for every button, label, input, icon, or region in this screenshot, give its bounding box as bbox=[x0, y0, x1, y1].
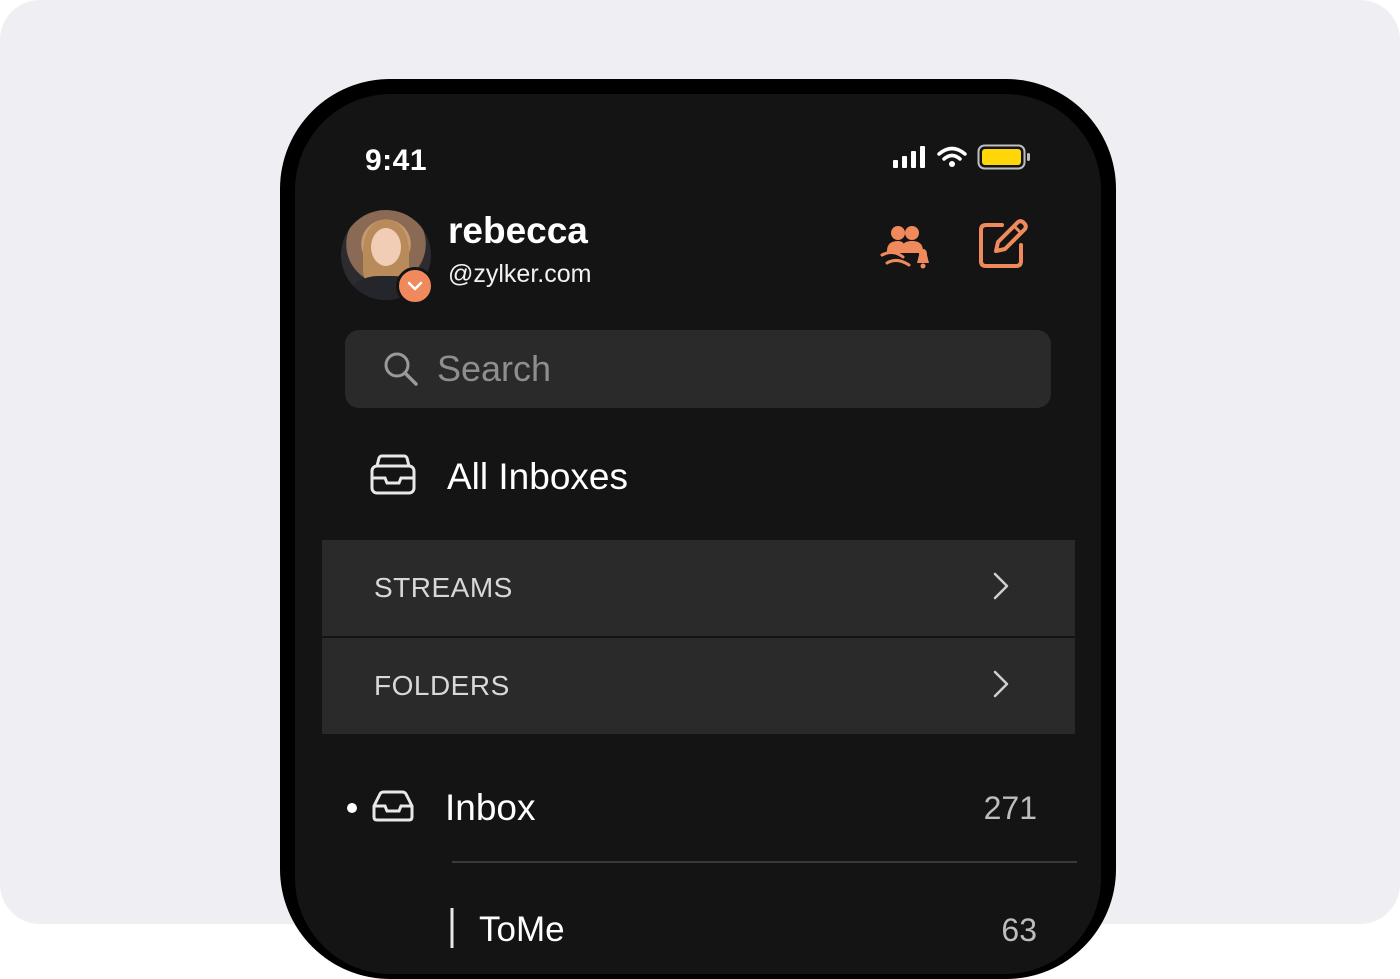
folder-tome-label: ToMe bbox=[479, 910, 565, 949]
wifi-icon bbox=[937, 146, 967, 173]
chevron-right-icon bbox=[991, 669, 1011, 704]
folder-inbox-count: 271 bbox=[983, 789, 1037, 826]
compose-icon bbox=[976, 217, 1030, 276]
section-streams-label: STREAMS bbox=[374, 572, 513, 603]
all-inboxes-item[interactable]: All Inboxes bbox=[369, 444, 628, 510]
section-streams[interactable]: STREAMS bbox=[322, 540, 1075, 636]
folder-item-inbox[interactable]: Inbox 271 bbox=[347, 772, 1037, 844]
folder-tome-count: 63 bbox=[1001, 911, 1037, 948]
battery-icon bbox=[977, 144, 1031, 175]
search-input[interactable] bbox=[435, 347, 999, 391]
status-time: 9:41 bbox=[365, 144, 428, 177]
account-switcher-chevron-icon[interactable] bbox=[396, 267, 434, 305]
search-icon bbox=[383, 351, 419, 387]
account-name: rebecca bbox=[448, 210, 588, 251]
expanded-bullet-icon bbox=[347, 803, 357, 813]
folder-item-tome[interactable]: ToMe 63 bbox=[445, 894, 1037, 966]
section-folders[interactable]: FOLDERS bbox=[322, 638, 1075, 734]
chevron-right-icon bbox=[991, 571, 1011, 606]
compose-button[interactable] bbox=[975, 218, 1031, 274]
folder-inbox-label: Inbox bbox=[445, 787, 536, 828]
status-icons bbox=[893, 144, 1031, 174]
streams-notification-icon bbox=[879, 221, 935, 276]
section-folders-label: FOLDERS bbox=[374, 670, 510, 701]
search-bar[interactable] bbox=[345, 330, 1051, 408]
phone-screen: 9:41 rebecca @zylker.com Search All Inbo… bbox=[295, 94, 1101, 974]
account-domain: @zylker.com bbox=[448, 260, 592, 288]
streams-notification-button[interactable] bbox=[879, 222, 935, 274]
folder-divider bbox=[452, 861, 1077, 863]
subfolder-branch-icon bbox=[445, 907, 459, 953]
section-divider bbox=[322, 636, 1075, 637]
signal-icon bbox=[893, 145, 927, 173]
inbox-tray-icon bbox=[369, 454, 417, 501]
all-inboxes-label: All Inboxes bbox=[447, 456, 628, 497]
inbox-icon bbox=[371, 790, 415, 827]
